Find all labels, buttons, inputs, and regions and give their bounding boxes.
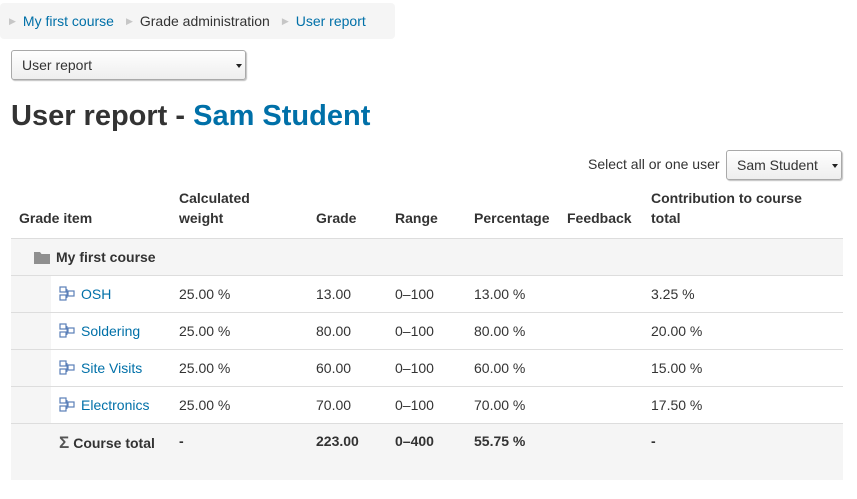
course-total-label-cell: Σ Course total [51,423,171,480]
indent-cell [11,312,51,350]
contribution-cell: 20.00 % [643,312,843,350]
user-grade-table: Grade item Calculated weight Grade Range… [11,182,843,480]
breadcrumb-separator-icon: ▶ [281,15,289,26]
grade-item-cell: Soldering [51,312,171,350]
indent-cell [11,386,51,424]
weight-cell: 25.00 % [171,349,308,387]
percentage-cell: 70.00 % [466,386,559,424]
range-cell: 0–100 [387,275,466,313]
dropdown-arrow-icon [236,64,242,68]
grade-cell: 223.00 [308,423,387,480]
grade-item-cell: OSH [51,275,171,313]
weight-cell: 25.00 % [171,386,308,424]
breadcrumb-grade-administration: Grade administration [139,13,270,29]
table-row: OSH 25.00 % 13.00 0–100 13.00 % 3.25 % [11,275,843,313]
weight-cell: - [171,423,308,480]
range-cell: 0–100 [387,386,466,424]
percentage-cell: 80.00 % [466,312,559,350]
page-title: User report - Sam Student [11,100,370,133]
indent-cell [11,349,51,387]
category-row: My first course [11,238,843,276]
grade-cell: 80.00 [308,312,387,350]
weight-cell: 25.00 % [171,275,308,313]
feedback-cell [559,275,643,313]
grade-item-link[interactable]: OSH [81,286,111,302]
grade-item-icon [59,323,75,339]
feedback-cell [559,349,643,387]
table-row: Site Visits 25.00 % 60.00 0–100 60.00 % … [11,349,843,387]
category-cell: My first course [11,238,843,276]
table-row: Soldering 25.00 % 80.00 0–100 80.00 % 20… [11,312,843,350]
percentage-cell: 13.00 % [466,275,559,313]
header-grade: Grade [316,210,357,226]
table-header-row: Grade item Calculated weight Grade Range… [11,182,843,239]
grade-item-link[interactable]: Site Visits [81,360,142,376]
grade-item-icon [59,286,75,302]
grade-item-cell: Site Visits [51,349,171,387]
grade-cell: 60.00 [308,349,387,387]
folder-icon [34,251,50,264]
course-total-label: Course total [73,435,155,451]
range-cell: 0–400 [387,423,466,480]
header-percentage: Percentage [474,210,550,226]
report-type-select-value: User report [22,57,93,73]
range-cell: 0–100 [387,349,466,387]
breadcrumb-my-first-course[interactable]: My first course [23,13,114,29]
header-grade-item: Grade item [19,210,93,226]
breadcrumb-separator-icon: ▶ [9,15,16,26]
page-title-prefix: User report - [11,100,194,132]
feedback-cell [559,386,643,424]
indent-cell [11,275,51,313]
contribution-cell: 3.25 % [643,275,843,313]
contribution-cell: 17.50 % [643,386,843,424]
breadcrumb-user-report[interactable]: User report [296,13,366,29]
user-select[interactable]: Sam Student [726,150,842,180]
breadcrumb: ▶ My first course ▶ Grade administration… [0,3,395,39]
course-total-row: Σ Course total - 223.00 0–400 55.75 % - [11,423,843,480]
grade-item-link[interactable]: Soldering [81,323,140,339]
header-feedback: Feedback [567,210,632,226]
weight-cell: 25.00 % [171,312,308,350]
feedback-cell [559,423,643,480]
contribution-cell: - [643,423,843,480]
percentage-cell: 55.75 % [466,423,559,480]
header-calculated-weight: Calculated weight [179,190,250,226]
indent-cell [11,423,51,480]
feedback-cell [559,312,643,350]
grade-item-icon [59,360,75,376]
category-name: My first course [56,249,156,265]
grade-item-cell: Electronics [51,386,171,424]
grade-item-link[interactable]: Electronics [81,397,149,413]
grade-cell: 13.00 [308,275,387,313]
grade-cell: 70.00 [308,386,387,424]
range-cell: 0–100 [387,312,466,350]
report-type-select[interactable]: User report [11,50,246,80]
header-range: Range [395,210,438,226]
table-row: Electronics 25.00 % 70.00 0–100 70.00 % … [11,386,843,424]
user-filter-label: Select all or one user [588,156,720,172]
header-contribution: Contribution to course total [651,190,802,226]
contribution-cell: 15.00 % [643,349,843,387]
dropdown-arrow-icon [832,164,838,168]
percentage-cell: 60.00 % [466,349,559,387]
grade-item-icon [59,397,75,413]
user-profile-link[interactable]: Sam Student [193,100,370,132]
breadcrumb-separator-icon: ▶ [125,15,133,26]
sigma-icon: Σ [59,433,70,452]
user-select-value: Sam Student [737,157,818,173]
